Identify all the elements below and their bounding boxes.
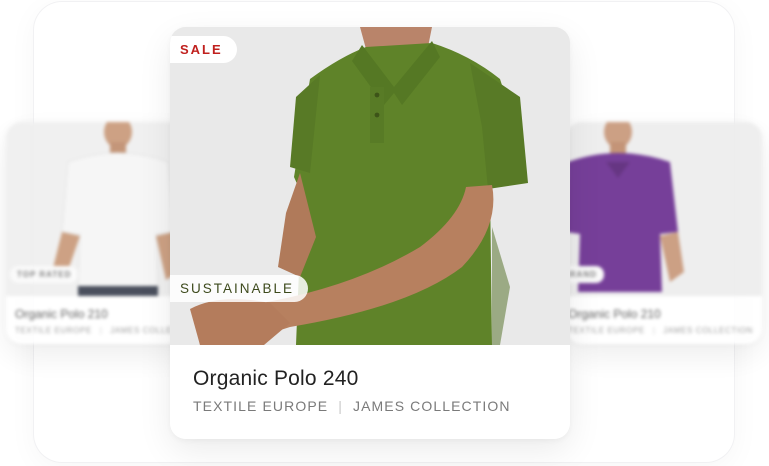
product-card-main[interactable]: SALE SUSTAINABLE Organic Polo 240 TEXTIL…	[170, 27, 570, 439]
product-badge: BRAND	[566, 266, 604, 283]
product-title[interactable]: Organic Polo 210	[568, 307, 661, 321]
product-collection: JAMES COLLECTION	[663, 326, 753, 335]
sale-badge: SALE	[170, 36, 237, 63]
product-meta: TEXTILE EUROPE | JAMES COLLECTION	[193, 398, 511, 414]
product-collection[interactable]: JAMES COLLECTION	[353, 398, 511, 414]
product-card-right[interactable]: BRAND Organic Polo 210 TEXTILE EUROPE | …	[566, 122, 762, 344]
product-brand: TEXTILE EUROPE	[568, 326, 645, 335]
product-badge: TOP RATED	[10, 266, 79, 283]
product-title[interactable]: Organic Polo 210	[15, 307, 108, 321]
product-info	[170, 345, 570, 439]
meta-separator: |	[338, 398, 343, 414]
product-brand[interactable]: TEXTILE EUROPE	[193, 398, 328, 414]
product-title[interactable]: Organic Polo 240	[193, 367, 358, 391]
product-brand: TEXTILE EUROPE	[15, 326, 92, 335]
product-meta: TEXTILE EUROPE | JAMES COLLECTION	[568, 326, 753, 335]
product-info: Organic Polo 210 TEXTILE EUROPE | JAMES …	[566, 296, 762, 344]
sustainable-badge: SUSTAINABLE	[170, 275, 309, 302]
